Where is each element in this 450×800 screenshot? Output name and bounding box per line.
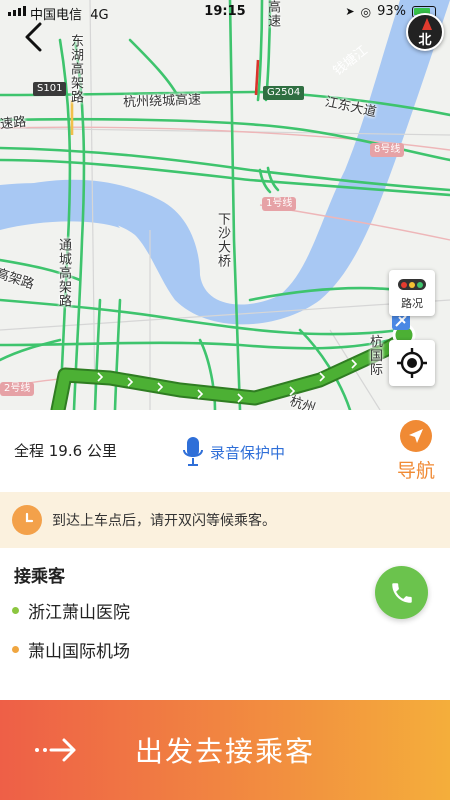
lock-rotation-icon: ◎ xyxy=(360,4,372,19)
recording-label: 录音保护中 xyxy=(210,443,286,462)
traffic-label: 路况 xyxy=(401,297,423,310)
order-pickup-screen: 东湖高架路 通城高架路 下沙大桥 高速 杭州绕城高速 江东大道 速路 高架路 钱… xyxy=(0,0,450,800)
microphone-icon xyxy=(183,437,203,466)
notice-text: 到达上车点后，请开双闪等候乘客。 xyxy=(52,513,276,529)
map-label-sulu: 速路 xyxy=(0,114,27,133)
destination-label: 萧山国际机场 xyxy=(28,642,130,662)
map-label-donghu: 东湖高架路 xyxy=(68,34,83,104)
map-label-airport: 杭 国际 xyxy=(370,335,384,378)
navigation-arrow-icon xyxy=(400,420,432,452)
metro-line-8: 8号线 xyxy=(370,143,405,157)
chevron-left-icon xyxy=(25,22,42,52)
pickup-panel: 接乘客 浙江萧山医院 萧山国际机场 xyxy=(0,548,450,700)
shield-g2504: G2504 xyxy=(263,86,305,100)
trip-info-bar: 全程 19.6 公里 录音保护中 导航 xyxy=(0,410,450,492)
navigate-label: 导航 xyxy=(396,460,435,482)
locate-me-button[interactable] xyxy=(389,340,435,386)
phone-icon xyxy=(391,582,412,603)
trip-distance: 全程 19.6 公里 xyxy=(14,442,117,460)
compass-north-label: 北 xyxy=(418,33,432,48)
destination-dot-icon xyxy=(12,646,19,653)
navigate-button[interactable]: 导航 xyxy=(392,420,440,483)
shield-s101: S101 xyxy=(33,82,67,96)
clock-icon xyxy=(12,505,42,535)
traffic-toggle-button[interactable]: 路况 xyxy=(389,270,435,316)
map-label-tongcheng: 通城高架路 xyxy=(56,238,71,308)
recording-status: 录音保护中 xyxy=(182,436,285,468)
crosshair-icon xyxy=(397,348,427,378)
pickup-origin: 浙江萧山医院 xyxy=(12,598,130,623)
route-line xyxy=(52,332,411,410)
location-arrow-icon: ➤ xyxy=(345,5,355,18)
pickup-notice: 到达上车点后，请开双闪等候乘客。 xyxy=(0,492,450,548)
map-label-ring-expressway: 杭州绕城高速 xyxy=(122,92,202,111)
call-passenger-button[interactable] xyxy=(375,566,428,619)
compass-button[interactable]: 北 xyxy=(406,13,444,51)
traffic-light-icon xyxy=(398,279,426,290)
back-button[interactable] xyxy=(22,22,46,52)
status-bar: 中国电信 4G 19:15 ➤ ◎ 93% xyxy=(0,0,450,24)
metro-line-1: 1号线 xyxy=(262,197,297,211)
metro-line-2: 2号线 xyxy=(0,382,35,396)
origin-label: 浙江萧山医院 xyxy=(28,603,130,623)
origin-dot-icon xyxy=(12,607,19,614)
depart-label: 出发去接乘客 xyxy=(134,735,315,768)
pickup-heading: 接乘客 xyxy=(14,567,65,587)
map-label-xiasha-bridge: 下沙大桥 xyxy=(215,212,230,268)
battery-percent: 93% xyxy=(377,4,406,19)
depart-to-pickup-button[interactable]: 出发去接乘客 xyxy=(0,700,450,800)
pickup-destination: 萧山国际机场 xyxy=(12,637,130,662)
map-view[interactable]: 东湖高架路 通城高架路 下沙大桥 高速 杭州绕城高速 江东大道 速路 高架路 钱… xyxy=(0,0,450,410)
